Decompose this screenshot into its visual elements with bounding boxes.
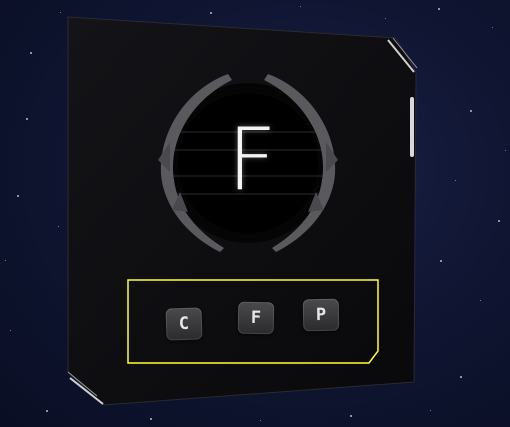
option-button-f[interactable]: F bbox=[237, 301, 275, 335]
current-letter-display: F bbox=[227, 110, 277, 210]
scrollbar-thumb[interactable] bbox=[410, 97, 414, 157]
option-label: P bbox=[315, 304, 327, 326]
option-label: C bbox=[178, 313, 190, 335]
option-button-c[interactable]: C bbox=[165, 307, 203, 341]
option-button-p[interactable]: P bbox=[302, 298, 340, 332]
option-label: F bbox=[250, 307, 262, 329]
